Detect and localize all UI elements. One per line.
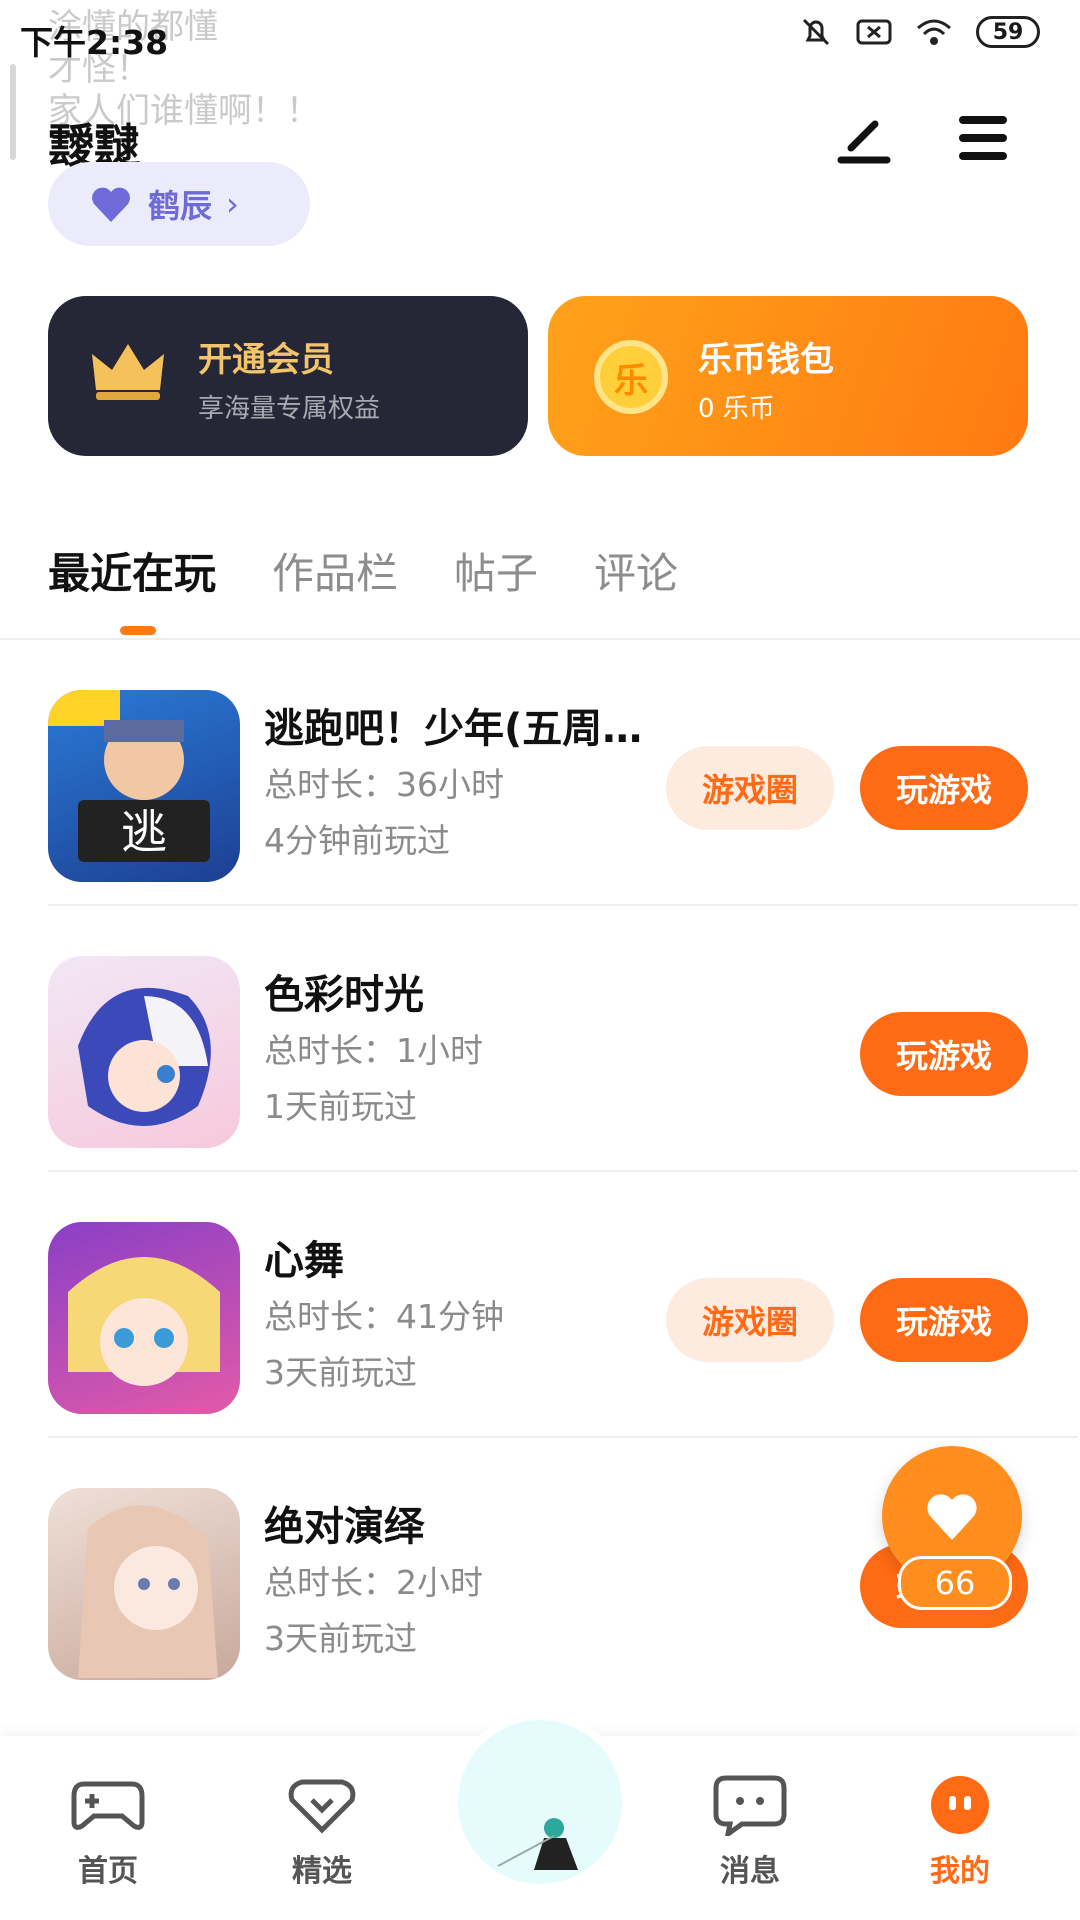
profile-tag-label: 鹤辰 <box>148 187 213 225</box>
game-row[interactable]: 逃 逃跑吧！少年(五周… 总时长：36小时 4分钟前玩过 游戏圈 玩游戏 <box>48 640 1078 906</box>
mute-icon <box>802 18 830 46</box>
wallet-card[interactable]: 乐 乐币钱包 0 乐币 <box>548 296 1028 456</box>
heart-chat-icon <box>288 1779 356 1834</box>
status-icons: 59 <box>798 14 1040 50</box>
game-circle-button[interactable]: 游戏圈 <box>666 746 834 830</box>
tab-recent[interactable]: 最近在玩 <box>48 540 216 601</box>
nav-home-label: 首页 <box>78 1854 138 1889</box>
vip-card[interactable]: 开通会员 享海量专属权益 <box>48 296 528 456</box>
play-game-button[interactable]: 玩游戏 <box>860 746 1028 830</box>
heart-icon <box>92 187 130 222</box>
game-circle-button[interactable]: 游戏圈 <box>666 1278 834 1362</box>
game-last-played: 3天前玩过 <box>264 1353 417 1392</box>
game-duration: 总时长：2小时 <box>264 1563 483 1602</box>
game-name: 色彩时光 <box>264 972 424 1018</box>
game-name: 绝对演绎 <box>264 1504 424 1550</box>
nav-mine-label: 我的 <box>930 1854 990 1889</box>
crown-icon <box>92 344 164 400</box>
profile-face-icon <box>931 1776 989 1834</box>
game-duration: 总时长：41分钟 <box>264 1297 504 1336</box>
coin-icon: 乐 <box>594 340 668 414</box>
edit-icon[interactable] <box>835 108 895 168</box>
nav-featured-label: 精选 <box>292 1854 352 1889</box>
nav-home[interactable]: 首页 <box>48 1774 168 1890</box>
game-duration: 总时长：36小时 <box>264 765 504 804</box>
tab-works[interactable]: 作品栏 <box>272 540 398 601</box>
nav-mine[interactable]: 我的 <box>900 1774 1020 1890</box>
like-count: 66 <box>898 1556 1012 1610</box>
game-name: 心舞 <box>264 1238 344 1284</box>
tab-posts[interactable]: 帖子 <box>454 540 538 601</box>
play-game-button[interactable]: 玩游戏 <box>860 1278 1028 1362</box>
sim-off-icon <box>856 19 892 45</box>
vip-subtitle: 享海量专属权益 <box>198 394 381 424</box>
center-avatar[interactable] <box>450 1712 630 1892</box>
vip-title: 开通会员 <box>198 340 334 380</box>
nav-featured[interactable]: 精选 <box>262 1774 382 1890</box>
menu-icon[interactable] <box>955 112 1011 164</box>
play-game-button[interactable]: 玩游戏 <box>860 1012 1028 1096</box>
heart-icon <box>927 1494 977 1540</box>
nav-messages[interactable]: 消息 <box>690 1774 810 1890</box>
battery-icon: 59 <box>976 16 1040 48</box>
gamepad-icon <box>71 1781 145 1830</box>
game-icon <box>48 1222 240 1414</box>
wifi-icon <box>917 19 951 45</box>
game-row[interactable]: 色彩时光 总时长：1小时 1天前玩过 玩游戏 <box>48 906 1078 1172</box>
avatar-figure-icon <box>497 1818 578 1870</box>
game-last-played: 1天前玩过 <box>264 1087 417 1126</box>
nav-messages-label: 消息 <box>720 1854 780 1889</box>
status-time: 下午2:38 <box>20 23 169 62</box>
danmaku-bar <box>10 64 16 160</box>
game-icon: 逃 <box>48 690 240 882</box>
game-duration: 总时长：1小时 <box>264 1031 483 1070</box>
profile-tag[interactable]: 鹤辰 › <box>48 162 310 246</box>
tab-indicator <box>120 626 156 635</box>
game-last-played: 4分钟前玩过 <box>264 821 450 860</box>
svg-text:逃: 逃 <box>121 805 167 859</box>
game-name: 逃跑吧！少年(五周… <box>264 706 643 752</box>
tab-comments[interactable]: 评论 <box>594 540 678 601</box>
game-last-played: 3天前玩过 <box>264 1619 417 1658</box>
chevron-right-icon: › <box>226 185 239 223</box>
profile-tabs: 最近在玩 作品栏 帖子 评论 <box>48 540 678 601</box>
wallet-balance: 0 乐币 <box>698 394 775 424</box>
message-icon <box>713 1775 787 1840</box>
game-icon <box>48 956 240 1148</box>
game-icon <box>48 1488 240 1680</box>
wallet-title: 乐币钱包 <box>698 340 834 380</box>
game-row[interactable]: 心舞 总时长：41分钟 3天前玩过 游戏圈 玩游戏 <box>48 1172 1078 1438</box>
